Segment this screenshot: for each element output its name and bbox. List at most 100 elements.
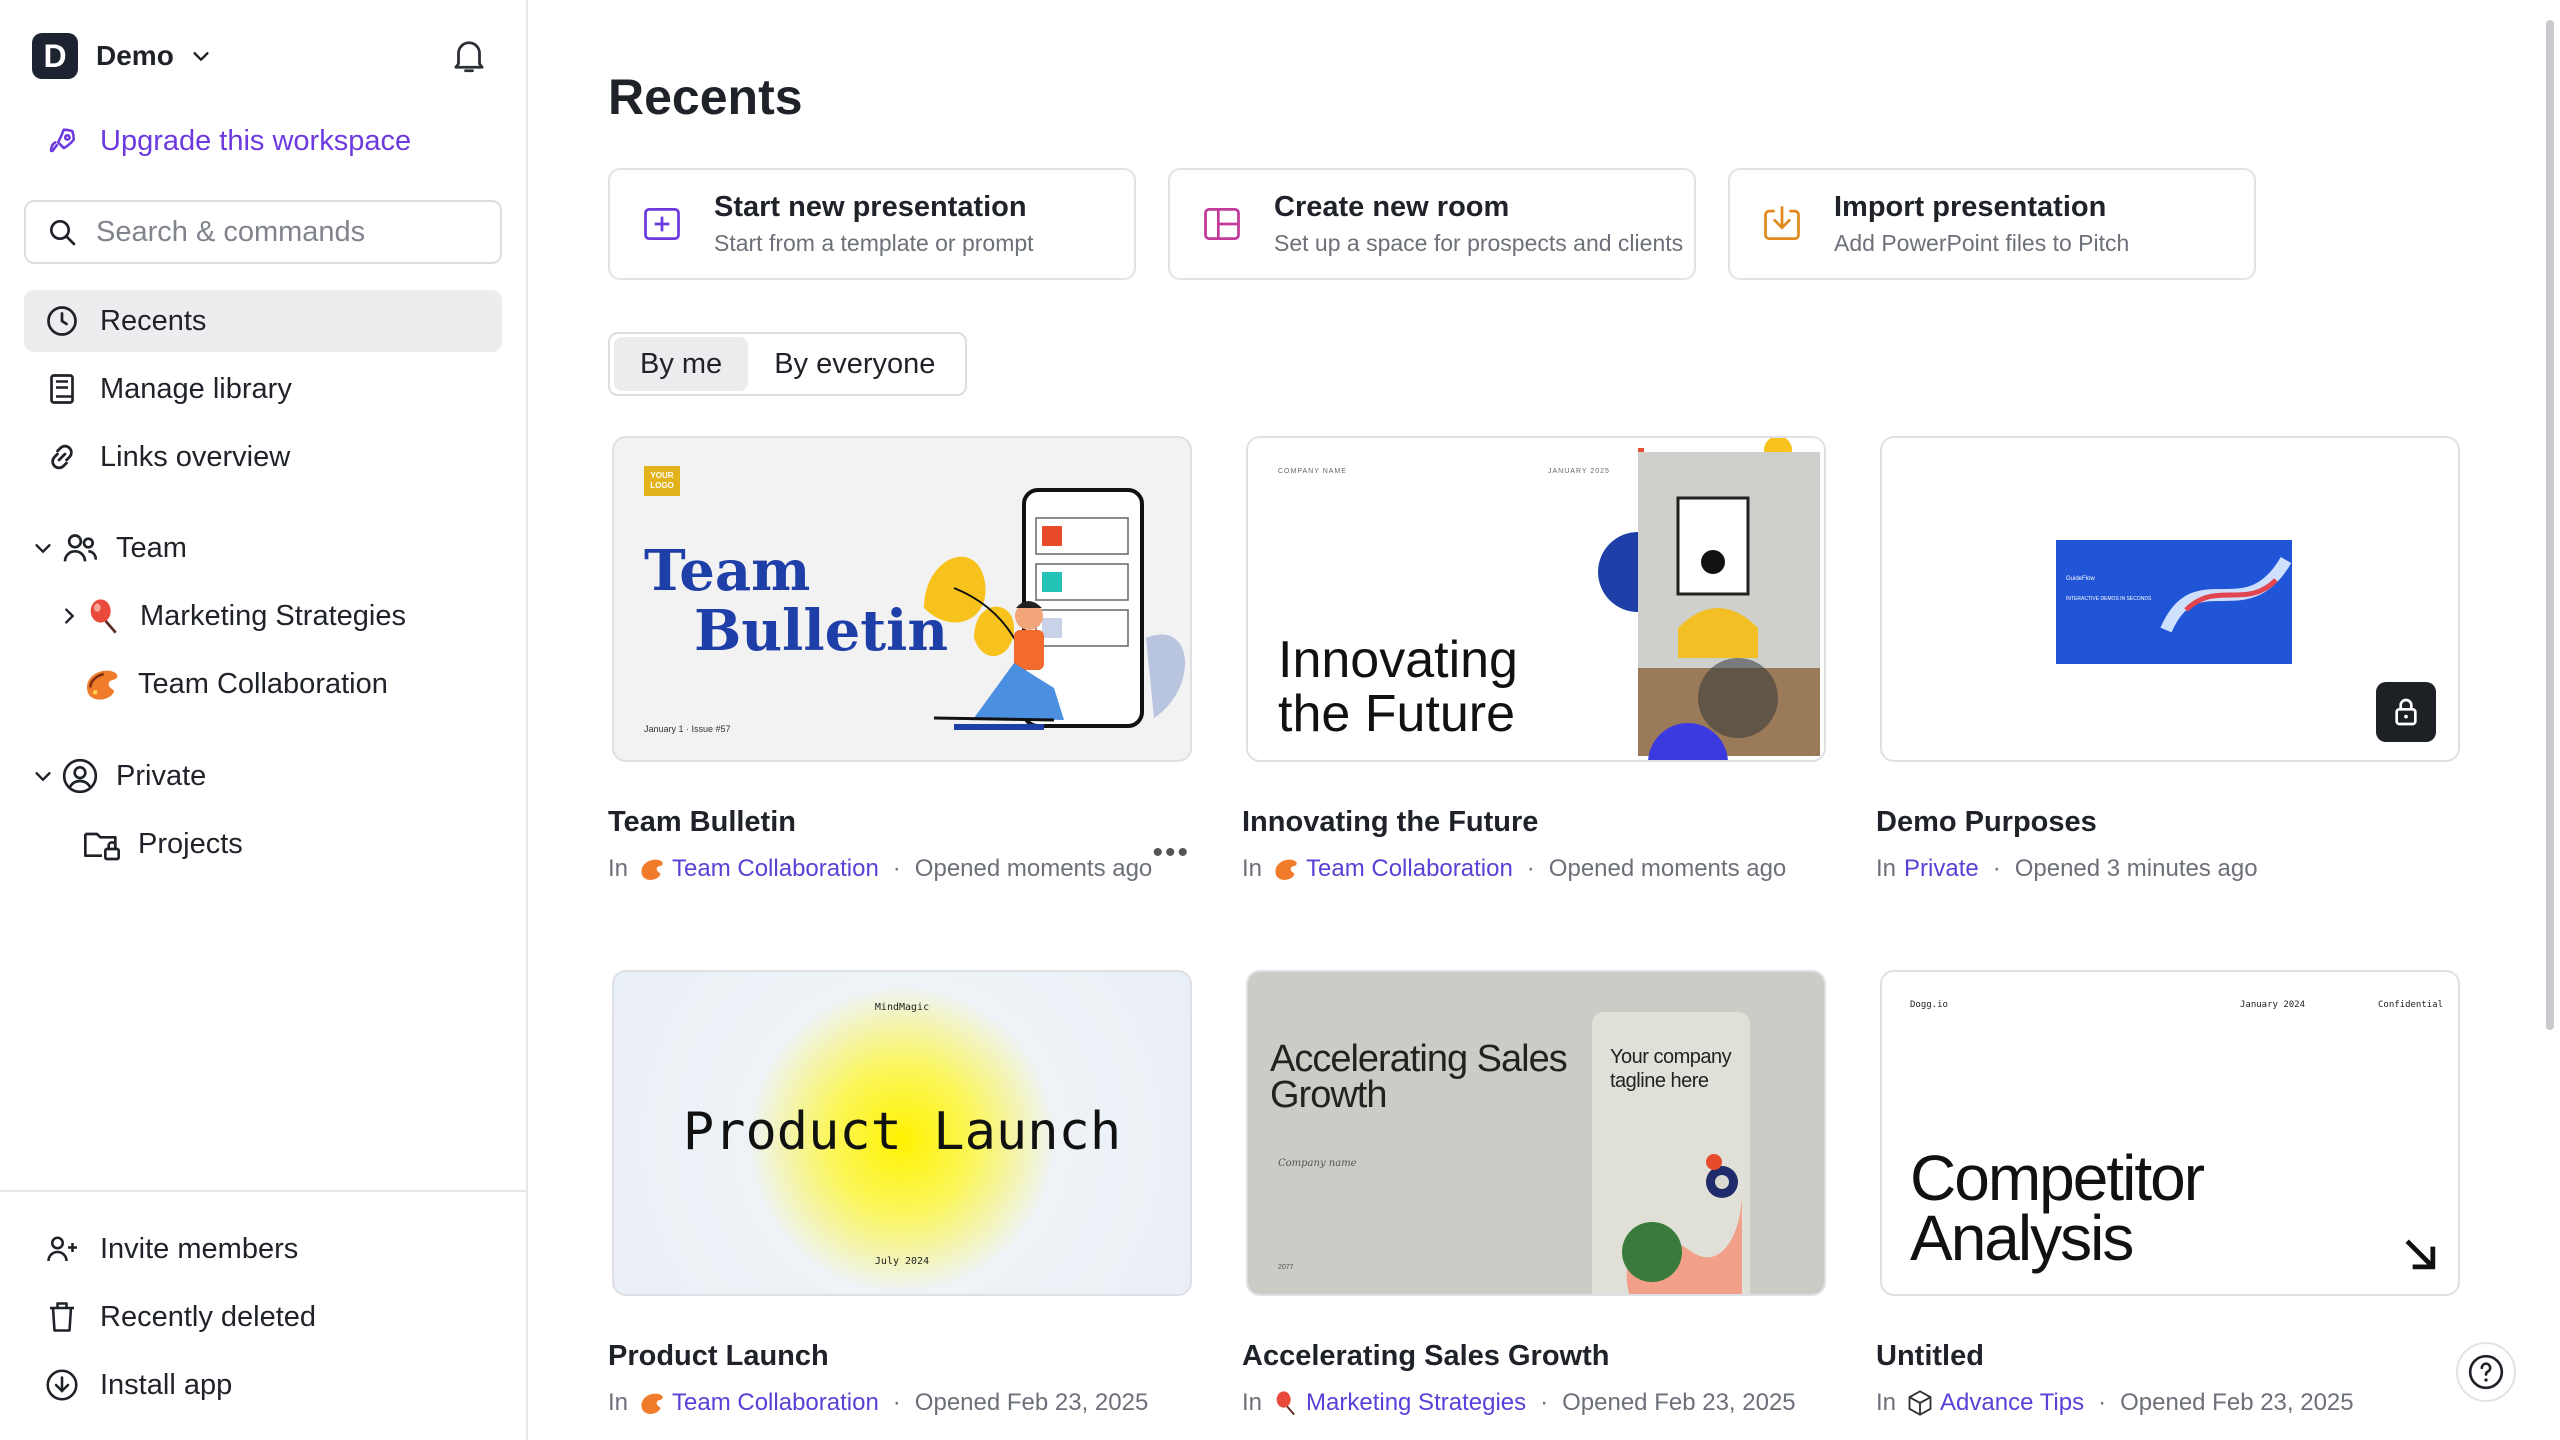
in-label: In (1876, 1389, 1897, 1416)
search-input[interactable] (96, 215, 476, 249)
thumb-mid: January 2024 (2240, 1000, 2306, 1010)
rocket-icon (49, 128, 76, 153)
presentation-card[interactable]: YOUR LOGO Team Bulletin January 1 · Issu… (608, 436, 1192, 883)
opened-time: Opened Feb 23, 2025 (2120, 1389, 2354, 1416)
thumb-footer: January 1 · Issue #57 (644, 724, 731, 734)
presentation-card[interactable]: Accelerating Sales Growth Company name 2… (1242, 970, 1826, 1417)
card-meta: In Team Collaboration · Opened Feb 23, 2… (608, 1389, 1192, 1417)
thumbnail[interactable]: GuideFlow INTERACTIVE DEMOS IN SECONDS (1880, 436, 2460, 762)
invite-members-button[interactable]: Invite members (24, 1218, 502, 1280)
thumb-company: Company name (1278, 1158, 1357, 1169)
phone-mockup: Your company tagline here (1592, 1012, 1750, 1294)
thumb-right: Confidential (2378, 1000, 2444, 1010)
thumb-year: 2077 (1278, 1264, 1294, 1271)
thumbnail[interactable]: YOUR LOGO Team Bulletin January 1 · Issu… (612, 436, 1192, 762)
card-title[interactable]: Demo Purposes (1876, 806, 2460, 839)
install-app-button[interactable]: Install app (24, 1354, 502, 1416)
tree-marketing-label: Marketing Strategies (140, 599, 406, 632)
thumb-line1: Innovating (1278, 631, 1518, 689)
in-label: In (608, 1389, 629, 1416)
tree-private[interactable]: Private (32, 748, 206, 804)
tree-projects-label: Projects (138, 827, 243, 860)
thumbnail[interactable]: COMPANY NAME JANUARY 2025 Innovating the… (1246, 436, 1826, 762)
folder-link[interactable]: Team Collaboration (1306, 855, 1513, 883)
opened-time: Opened 3 minutes ago (2014, 855, 2258, 882)
folder-link[interactable]: Team Collaboration (672, 1389, 879, 1417)
thumbnail[interactable]: Dogg.io January 2024 Confidential Compet… (1880, 970, 2460, 1296)
create-new-room-card[interactable]: Create new room Set up a space for prosp… (1168, 168, 1696, 280)
opened-time: Opened Feb 23, 2025 (1562, 1389, 1796, 1416)
chevron-right-icon (65, 608, 75, 624)
filter-by-me[interactable]: By me (614, 337, 749, 391)
owner-filter: By me By everyone (608, 332, 968, 396)
thumb-brand: GuideFlow (2066, 576, 2095, 582)
search-box[interactable] (24, 200, 502, 264)
card-title[interactable]: Accelerating Sales Growth (1242, 1340, 1826, 1373)
nav-links-overview[interactable]: Links overview (24, 426, 502, 488)
tree-projects[interactable]: Projects (82, 816, 243, 872)
in-label: In (1876, 855, 1897, 882)
folder-link[interactable]: Private (1904, 855, 1979, 883)
tree-team-collab-label: Team Collaboration (138, 667, 388, 700)
nav-links-overview-label: Links overview (100, 440, 291, 473)
thumb-bottom: July 2024 (874, 1256, 930, 1267)
thumb-left: Dogg.io (1910, 1000, 1948, 1010)
card-meta: In Advance Tips · Opened Feb 23, 2025 (1876, 1389, 2460, 1417)
help-button[interactable] (2456, 1342, 2516, 1402)
thumb-top: MindMagic (874, 1002, 930, 1013)
scrollbar[interactable] (2546, 20, 2554, 1030)
folder-link[interactable]: Advance Tips (1940, 1389, 2084, 1417)
lock-badge (2376, 682, 2436, 742)
phone-illustration (924, 488, 1186, 730)
download-circle-icon (46, 1369, 78, 1401)
thumbnail[interactable]: Accelerating Sales Growth Company name 2… (1246, 970, 1826, 1296)
card-title[interactable]: Untitled (1876, 1340, 2460, 1373)
nav-manage-library[interactable]: Manage library (24, 358, 502, 420)
filter-by-everyone[interactable]: By everyone (748, 337, 961, 391)
recently-deleted-label: Recently deleted (100, 1300, 317, 1333)
thumb-tag: INTERACTIVE DEMOS IN SECONDS (2066, 596, 2152, 602)
clock-icon (47, 306, 77, 336)
tree-team[interactable]: Team (32, 520, 187, 576)
thumb-line1: Competitor (1910, 1142, 2205, 1214)
arrow-down-right-icon (2405, 1239, 2436, 1270)
plus-square-icon (644, 207, 680, 241)
in-label: In (1242, 1389, 1263, 1416)
presentation-card[interactable]: Dogg.io January 2024 Confidential Compet… (1876, 970, 2460, 1417)
card-meta: In Team Collaboration · Opened moments a… (608, 855, 1192, 883)
start-new-presentation-card[interactable]: Start new presentation Start from a temp… (608, 168, 1136, 280)
presentation-card[interactable]: COMPANY NAME JANUARY 2025 Innovating the… (1242, 436, 1826, 883)
folder-link[interactable]: Marketing Strategies (1306, 1389, 1526, 1417)
folder-link[interactable]: Team Collaboration (672, 855, 879, 883)
card-meta: In Team Collaboration · Opened moments a… (1242, 855, 1826, 883)
upgrade-label: Upgrade this workspace (100, 124, 412, 157)
nav-recents[interactable]: Recents (24, 290, 502, 352)
card-title[interactable]: Team Bulletin (608, 806, 1192, 839)
separator: · (1540, 1389, 1549, 1416)
separator: · (892, 855, 901, 882)
link-icon (51, 444, 73, 470)
more-options-icon[interactable]: ••• (1152, 836, 1190, 870)
user-plus-icon (47, 1236, 77, 1262)
presentation-card[interactable]: MindMagic Product Launch July 2024 Produ… (608, 970, 1192, 1417)
recently-deleted-button[interactable]: Recently deleted (24, 1286, 502, 1348)
book-icon (50, 374, 74, 404)
workspace-switcher[interactable]: D Demo (32, 33, 212, 79)
tree-team-collaboration[interactable]: Team Collaboration (82, 656, 388, 712)
card-title[interactable]: Innovating the Future (1242, 806, 1826, 839)
card-title[interactable]: Product Launch (608, 1340, 1192, 1373)
opened-time: Opened moments ago (1548, 855, 1787, 882)
nav-recents-label: Recents (100, 304, 207, 337)
thumb-main: Product Launch (682, 1102, 1122, 1162)
thumbnail[interactable]: MindMagic Product Launch July 2024 (612, 970, 1192, 1296)
thumb-company: COMPANY NAME (1278, 468, 1347, 475)
import-presentation-card[interactable]: Import presentation Add PowerPoint files… (1728, 168, 2256, 280)
layout-icon (1204, 207, 1240, 241)
upgrade-workspace-link[interactable]: Upgrade this workspace (44, 124, 411, 158)
balloon-icon (90, 599, 117, 634)
thumb-line2: Bulletin (694, 598, 949, 664)
presentation-card[interactable]: GuideFlow INTERACTIVE DEMOS IN SECONDS D… (1876, 436, 2460, 883)
bell-icon[interactable] (448, 34, 490, 76)
tree-marketing-strategies[interactable]: Marketing Strategies (58, 588, 406, 644)
lock-icon (2395, 698, 2417, 726)
